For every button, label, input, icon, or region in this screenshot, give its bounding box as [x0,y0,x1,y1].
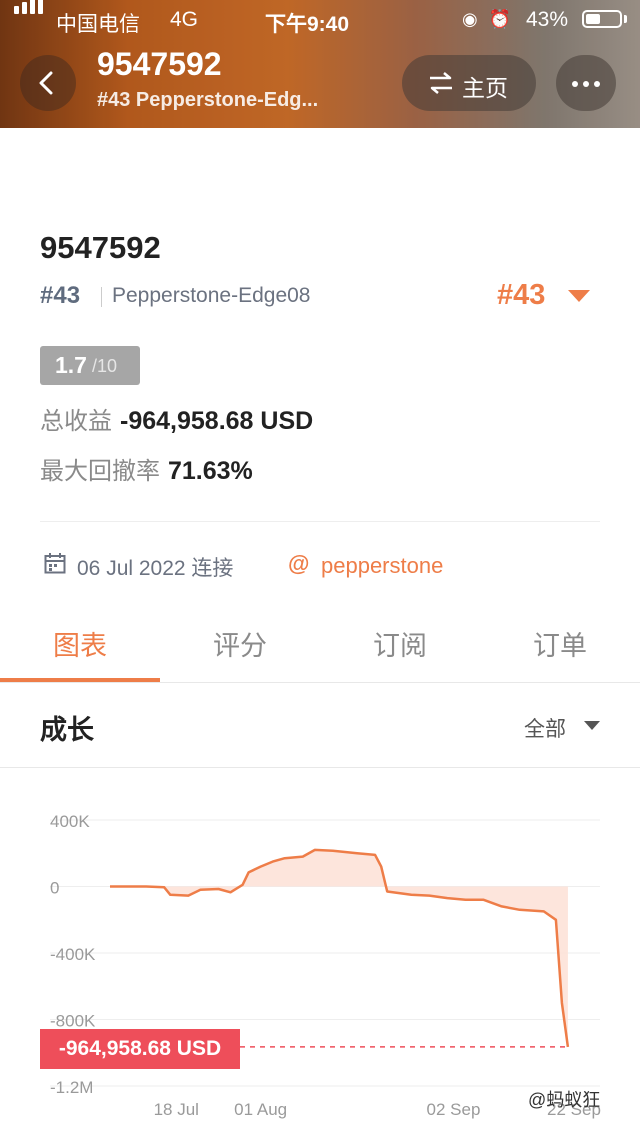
drawdown-value: 71.63% [168,457,253,485]
more-dot [583,81,589,87]
battery-fill [586,14,600,24]
battery-tip [624,15,627,23]
more-dot [572,81,578,87]
header-banner: 中国电信 4G 下午9:40 ◉ ⏰ 43% 9547592 #43 Peppe… [0,0,640,128]
more-button[interactable] [556,55,616,111]
x-tick-label: 02 Sep [427,1100,481,1119]
series-area [110,849,568,1047]
home-button[interactable]: 主页 [402,55,536,111]
header-subtitle: #43 Pepperstone-Edg... [97,89,319,111]
score-value: 1.7 [55,352,87,378]
caret-down-icon[interactable] [584,721,600,730]
tab-score[interactable]: 评分 [160,624,320,663]
battery-icon [582,10,622,28]
y-tick-label: 400K [50,812,90,831]
score-max: /10 [92,356,118,376]
total-profit-row: 总收益 -964,958.68 USD [40,401,313,436]
growth-chart: 400K0-400K-800K-1.2M18 Jul 01 Aug 02 Sep 22… [50,812,601,1119]
account-title: 9547592 [40,230,161,265]
battery-percent: 43% [526,8,569,31]
calendar-icon [44,553,66,574]
x-tick-label: 01 Aug [234,1100,287,1119]
tab-orders[interactable]: 订单 [480,624,640,663]
total-profit-label: 总收益 [40,408,112,435]
tabs-divider [0,682,640,683]
caret-down-icon[interactable] [568,290,590,302]
status-bar: 中国电信 4G 下午9:40 ◉ ⏰ 43% [0,0,640,40]
header-title: 9547592 [97,46,222,82]
drawdown-label: 最大回撤率 [40,458,160,485]
tab-chart[interactable]: 图表 [0,624,160,663]
chevron-left-icon [39,71,53,95]
connected-date: 06 Jul 2022 连接 [77,557,234,580]
network-label: 4G [170,8,199,31]
swap-icon [430,72,452,94]
y-tick-label: -800K [50,1012,96,1031]
alarm-icon: ⏰ [488,9,512,29]
divider [40,521,600,522]
rotation-lock-icon: ◉ [462,9,478,29]
carrier-label: 中国电信 [56,13,140,36]
clock: 下午9:40 [265,13,350,36]
home-button-label: 主页 [462,75,508,101]
back-button[interactable] [20,55,76,111]
rank-label: #43 [40,282,81,309]
drawdown-row: 最大回撤率 71.63% [40,451,253,486]
tab-subscribe[interactable]: 订阅 [320,624,480,663]
at-icon: @ [288,551,310,576]
status-icons: ◉ ⏰ [462,9,511,30]
final-value-tag: -964,958.68 USD [40,1029,240,1069]
x-tick-label: 18 Jul [154,1100,199,1119]
more-dot [594,81,600,87]
y-tick-label: -1.2M [50,1078,93,1097]
range-selector[interactable]: 全部 [524,713,566,743]
y-tick-label: -400K [50,945,96,964]
broker-server: Pepperstone-Edge08 [112,284,311,307]
rank-dropdown[interactable]: #43 [497,279,545,312]
broker-link[interactable]: pepperstone [321,553,443,579]
score-badge: 1.7 /10 [40,346,140,385]
y-tick-label: 0 [50,879,59,898]
watermark: @蚂蚁狂 [528,1090,601,1110]
rank-separator [101,287,102,307]
growth-title: 成长 [40,715,94,745]
total-profit-value: -964,958.68 USD [120,407,314,435]
